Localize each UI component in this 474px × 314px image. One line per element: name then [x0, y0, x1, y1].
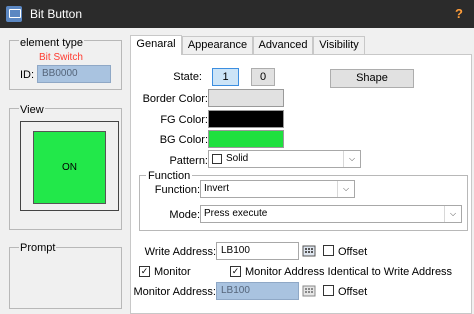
function-label: Function: — [154, 184, 200, 196]
mode-select[interactable]: Press execute ⌵ — [200, 205, 462, 223]
tab-visibility[interactable]: Visibility — [313, 36, 365, 54]
function-value: Invert — [204, 183, 230, 194]
offset-label: Offset — [338, 246, 368, 258]
offset2-checkbox[interactable] — [323, 285, 334, 296]
shape-button[interactable]: Shape — [330, 69, 414, 88]
border-color-swatch[interactable] — [208, 89, 284, 107]
title-bar: Bit Button ? — [0, 0, 474, 28]
function-group-title: Function — [146, 170, 193, 182]
preview-text: ON — [62, 162, 77, 173]
mode-value: Press execute — [204, 208, 268, 219]
monitor-address-picker-icon — [302, 284, 316, 298]
state-label: State: — [173, 71, 202, 83]
chevron-down-icon: ⌵ — [343, 151, 360, 167]
fg-color-label: FG Color: — [160, 114, 208, 126]
fg-color-swatch[interactable] — [208, 110, 284, 128]
id-field: BB0000 — [37, 65, 111, 83]
state-off-button[interactable]: 0 — [251, 68, 275, 86]
id-label: ID: — [20, 69, 35, 81]
pattern-value: Solid — [226, 153, 249, 164]
bg-color-swatch[interactable] — [208, 130, 284, 148]
app-icon — [6, 6, 22, 22]
prompt-group — [9, 247, 122, 309]
pattern-select[interactable]: Solid ⌵ — [208, 150, 361, 168]
tab-appearance[interactable]: Appearance — [182, 36, 253, 54]
bg-color-label: BG Color: — [159, 134, 208, 146]
monitor-address-field: LB100 — [216, 282, 299, 300]
element-type-name: Bit Switch — [39, 52, 83, 63]
chevron-down-icon: ⌵ — [444, 206, 461, 222]
prompt-title: Prompt — [19, 242, 57, 254]
identical-address-checkbox[interactable]: ✓ — [230, 266, 241, 277]
address-picker-icon[interactable] — [302, 244, 316, 258]
border-color-label: Border Color: — [142, 93, 208, 105]
monitor-checkbox[interactable]: ✓ — [139, 266, 150, 277]
monitor-address-label: Monitor Address: — [133, 286, 216, 298]
write-address-label: Write Address: — [144, 246, 216, 258]
tab-advanced[interactable]: Advanced — [253, 36, 313, 54]
window-title: Bit Button — [30, 7, 83, 21]
function-select[interactable]: Invert ⌵ — [200, 180, 355, 198]
write-address-field[interactable]: LB100 — [216, 242, 299, 260]
pattern-label: Pattern: — [169, 155, 208, 167]
help-button[interactable]: ? — [450, 4, 468, 24]
pattern-swatch — [212, 154, 222, 164]
offset2-label: Offset — [338, 286, 368, 298]
element-type-title: element type — [19, 37, 84, 49]
identical-address-label: Monitor Address Identical to Write Addre… — [245, 266, 453, 278]
view-title: View — [19, 104, 45, 116]
mode-label: Mode: — [169, 209, 200, 221]
state-on-button[interactable]: 1 — [212, 68, 239, 86]
offset-checkbox[interactable] — [323, 245, 334, 256]
chevron-down-icon: ⌵ — [337, 181, 354, 197]
monitor-label: Monitor — [154, 266, 191, 278]
tab-general[interactable]: Genaral — [130, 35, 182, 55]
preview-button: ON — [33, 131, 106, 204]
